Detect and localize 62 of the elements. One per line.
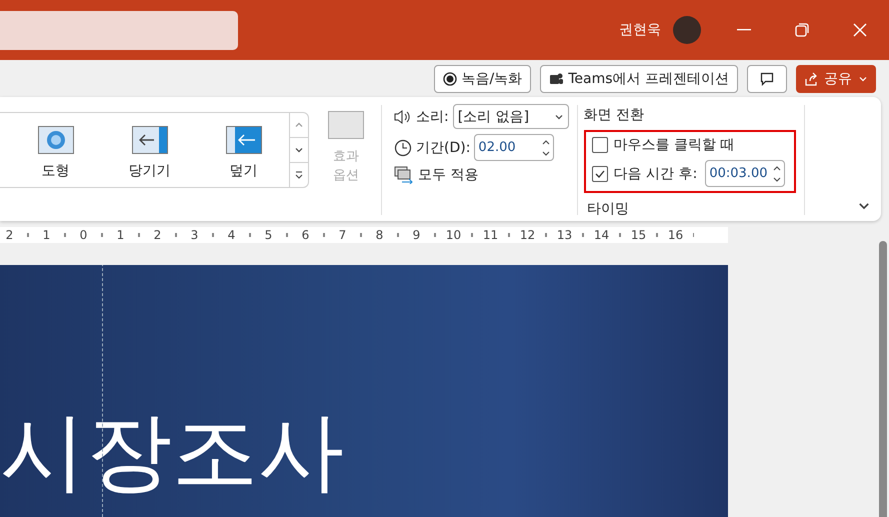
scrollbar-thumb[interactable] <box>879 241 887 517</box>
transition-item[interactable]: 덮기 <box>220 113 268 187</box>
checkbox-option[interactable]: 마우스를 클릭할 때 <box>592 136 788 154</box>
ruler-number: 13 <box>556 228 572 242</box>
speaker-icon <box>394 108 412 124</box>
record-button[interactable]: 녹음/녹화 <box>434 64 532 92</box>
transition-item[interactable]: 도형 <box>32 113 80 187</box>
spin-arrows-icon <box>542 138 550 156</box>
more-icon <box>294 170 304 180</box>
ruler-number: 5 <box>264 228 272 242</box>
ruler-number: 1 <box>116 228 124 242</box>
avatar[interactable] <box>673 16 701 44</box>
search-field[interactable] <box>0 10 238 50</box>
record-icon <box>442 72 457 86</box>
share-icon <box>804 72 818 86</box>
restore-icon <box>795 23 809 37</box>
ruler-number: 2 <box>6 228 14 242</box>
ruler-number: 15 <box>630 228 646 242</box>
checkbox[interactable] <box>592 166 608 182</box>
duration-label: 기간(D): <box>416 138 470 156</box>
ruler-number: 1 <box>42 228 50 242</box>
effect-preview-icon <box>328 111 364 139</box>
sound-dropdown[interactable]: [소리 없음] <box>452 104 569 129</box>
group-label: 타이밍 <box>587 200 629 218</box>
teams-present-button[interactable]: Teams에서 프레젠테이션 <box>540 64 738 92</box>
clock-icon <box>394 138 412 156</box>
arrow-left-transition-icon <box>132 126 168 154</box>
spin-arrows-icon <box>773 164 782 182</box>
apply-all-button[interactable]: 모두 적용 <box>394 166 569 184</box>
slides-arrow-icon <box>394 166 414 184</box>
teams-icon <box>549 72 564 86</box>
user-name: 권현욱 <box>619 21 661 39</box>
ruler-number: 0 <box>80 228 88 242</box>
ruler-number: 9 <box>412 228 420 242</box>
ruler-number: 8 <box>376 228 384 242</box>
transition-item[interactable]: 당기기 <box>122 113 176 187</box>
sound-label: 소리: <box>416 108 449 126</box>
minimize-icon <box>737 29 751 31</box>
advance-heading: 화면 전환 <box>584 106 646 124</box>
ruler-number: 16 <box>668 228 684 242</box>
checkbox-option[interactable]: 다음 시간 후: <box>592 164 698 182</box>
duration-spinner[interactable]: 02.00 <box>474 134 554 161</box>
comment-icon <box>760 72 774 86</box>
ruler-number: 11 <box>482 228 498 242</box>
slide-title: 시장조사 <box>0 409 344 504</box>
ruler-number: 7 <box>338 228 346 242</box>
chevron-icon <box>294 145 304 155</box>
checkbox[interactable] <box>592 137 608 153</box>
share-button[interactable]: 공유 <box>796 64 876 92</box>
ruler-number: 2 <box>154 228 162 242</box>
ruler-number: 4 <box>228 228 236 242</box>
ruler-number: 12 <box>520 228 536 242</box>
ruler-number: 6 <box>302 228 310 242</box>
arrow-left-transition-icon <box>226 126 262 154</box>
ruler-number: 14 <box>594 228 610 242</box>
close-icon <box>853 23 867 37</box>
circle-transition-icon <box>38 126 74 154</box>
after-time-spinner[interactable]: 00:03.00 <box>705 160 786 187</box>
comments-button[interactable] <box>747 64 787 92</box>
ruler-number: 10 <box>446 228 462 242</box>
ruler-number: 3 <box>190 228 198 242</box>
check-icon <box>594 168 605 178</box>
